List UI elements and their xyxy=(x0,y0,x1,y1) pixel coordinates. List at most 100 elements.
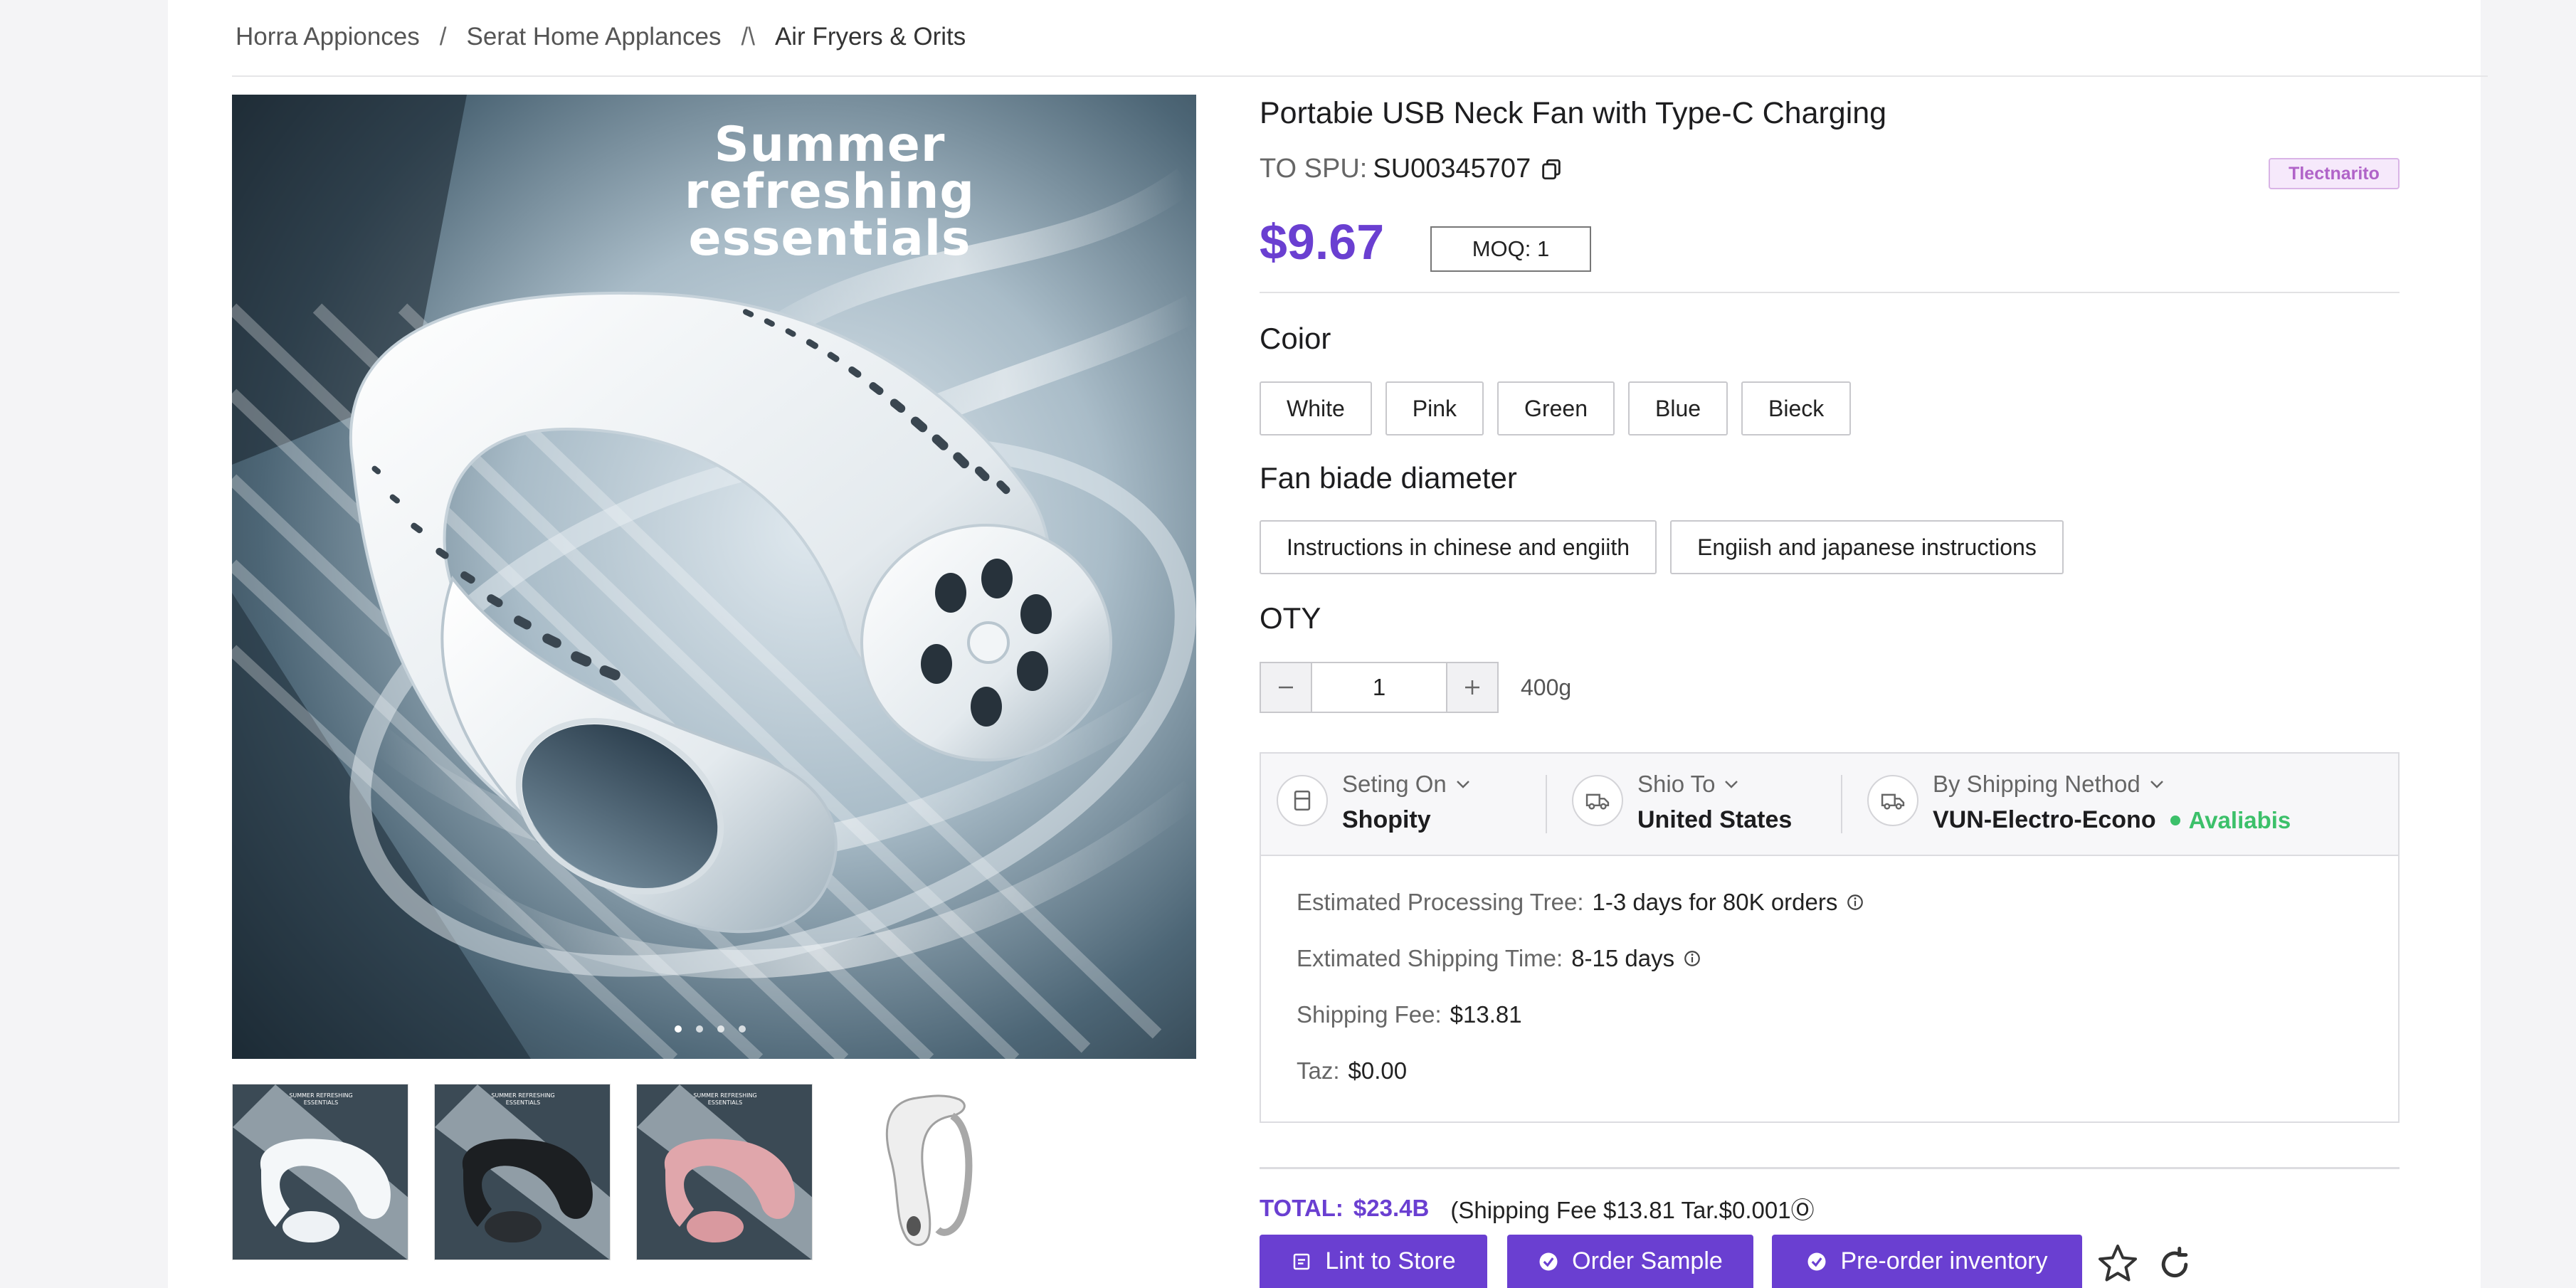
selling-on-value: Shopity xyxy=(1342,806,1431,833)
chevron-down-icon xyxy=(1456,781,1469,788)
selling-on-selector[interactable]: Seting On Shopity xyxy=(1277,771,1471,834)
breadcrumb-separator: / xyxy=(439,23,447,51)
list-to-store-label: Lint to Store xyxy=(1325,1247,1456,1274)
spu-line: TO SPU: SU00345707 xyxy=(1260,154,1563,184)
availability-status: Avaliabis xyxy=(2188,806,2291,833)
chevron-down-icon xyxy=(2150,781,2163,788)
tax-label: Taz: xyxy=(1297,1057,1340,1084)
quantity-input[interactable]: 1 xyxy=(1311,663,1447,712)
quantity-section-label: OTY xyxy=(1260,601,1321,635)
carousel-dot[interactable] xyxy=(717,1025,724,1033)
shipping-method-label: By Shipping Nethod xyxy=(1933,771,2140,797)
carousel-dots xyxy=(675,1025,746,1033)
thumbnail-black-image: SUMMER REFRESHING ESSENTIALS xyxy=(435,1084,610,1260)
ship-to-selector[interactable]: Shio To United States xyxy=(1572,771,1792,834)
thumbnail-pink[interactable]: SUMMER REFRESHING ESSENTIALS xyxy=(636,1084,813,1260)
shipping-time-value: 8-15 days xyxy=(1571,945,1675,971)
selling-on-label: Seting On xyxy=(1342,771,1447,797)
thumbnail-pink-image: SUMMER REFRESHING ESSENTIALS xyxy=(637,1084,812,1260)
carousel-dot[interactable] xyxy=(696,1025,703,1033)
spu-value: SU00345707 xyxy=(1373,154,1531,184)
order-sample-button[interactable]: Order Sample xyxy=(1507,1235,1753,1288)
tax-value: $0.00 xyxy=(1348,1057,1408,1084)
plus-icon xyxy=(1465,680,1479,695)
color-option-black[interactable]: Bieck xyxy=(1741,381,1852,436)
product-page: Horra Appionces / Serat Home Applances /… xyxy=(168,0,2488,1288)
breadcrumb: Horra Appionces / Serat Home Applances /… xyxy=(236,20,966,54)
thumbnail-caption: SUMMER REFRESHING xyxy=(289,1092,352,1099)
carousel-dot[interactable] xyxy=(675,1025,682,1033)
divider xyxy=(1260,292,2400,293)
hero-headline: Summer refreshing essentials xyxy=(566,117,1093,267)
color-option-pink[interactable]: Pink xyxy=(1385,381,1484,436)
breadcrumb-item-home-appliances[interactable]: Horra Appionces xyxy=(236,23,420,51)
ship-to-value: United States xyxy=(1637,806,1793,833)
breadcrumb-item-current[interactable]: Air Fryers & Orits xyxy=(775,23,966,51)
check-circle-icon xyxy=(1539,1252,1558,1270)
store-icon xyxy=(1277,775,1328,826)
quantity-stepper: 1 xyxy=(1260,662,1499,713)
total-detail: (Shipping Fee $13.81 Tar.$0.001Ⓞ xyxy=(1450,1197,1815,1223)
breadcrumb-divider xyxy=(232,75,2488,77)
pre-order-inventory-button[interactable]: Pre-order inventory xyxy=(1772,1235,2082,1288)
thumbnail-caption: SUMMER REFRESHING xyxy=(693,1092,756,1099)
thumbnail-side-view[interactable] xyxy=(838,1084,1015,1260)
color-option-green[interactable]: Green xyxy=(1497,381,1615,436)
minus-icon xyxy=(1279,686,1293,689)
shipping-time-label: Extimated Shipping Time: xyxy=(1297,945,1563,971)
fan-option-chinese-english[interactable]: Instructions in chinese and engiith xyxy=(1260,520,1657,574)
store-icon xyxy=(1294,1253,1310,1269)
decrement-button[interactable] xyxy=(1261,663,1311,712)
product-weight: 400g xyxy=(1521,675,1572,700)
shipping-panel: Seting On Shopity Shio To United States xyxy=(1260,752,2400,1123)
thumbnail-caption: ESSENTIALS xyxy=(506,1099,541,1106)
processing-time-label: Estimated Processing Tree: xyxy=(1297,889,1584,915)
breadcrumb-separator: /\ xyxy=(741,23,755,51)
chevron-down-icon xyxy=(1725,781,1738,788)
list-to-store-button[interactable]: Lint to Store xyxy=(1260,1235,1487,1288)
color-option-white[interactable]: White xyxy=(1260,381,1372,436)
check-circle-icon xyxy=(1807,1252,1826,1270)
hero-headline-line1: Summer refreshing xyxy=(684,117,976,220)
increment-button[interactable] xyxy=(1447,663,1497,712)
info-icon[interactable] xyxy=(1683,949,1701,968)
truck-icon xyxy=(1867,775,1918,826)
star-icon[interactable] xyxy=(2096,1242,2139,1285)
thumbnail-caption: SUMMER REFRESHING xyxy=(491,1092,554,1099)
copy-icon[interactable] xyxy=(1539,157,1563,181)
fan-diameter-section-label: Fan biade diameter xyxy=(1260,461,1517,495)
product-title: Portabie USB Neck Fan with Type-C Chargi… xyxy=(1260,96,1887,130)
product-price: $9.67 xyxy=(1260,214,1385,270)
shipping-method-selector[interactable]: By Shipping Nethod VUN-Electro-Econo Ava… xyxy=(1867,771,2291,834)
breadcrumb-item-smart-home[interactable]: Serat Home Applances xyxy=(467,23,722,51)
pre-order-inventory-label: Pre-order inventory xyxy=(1840,1247,2048,1274)
thumbnail-black[interactable]: SUMMER REFRESHING ESSENTIALS xyxy=(434,1084,611,1260)
fan-option-english-japanese[interactable]: Engiish and japanese instructions xyxy=(1670,520,2064,574)
shipping-fee-value: $13.81 xyxy=(1450,1001,1522,1028)
total-value: $23.4B xyxy=(1353,1195,1430,1221)
divider xyxy=(1546,775,1547,833)
total-line: TOTAL: $23.4B (Shipping Fee $13.81 Tar.$… xyxy=(1260,1191,1815,1225)
divider xyxy=(1841,775,1842,833)
thumbnail-caption: ESSENTIALS xyxy=(708,1099,743,1106)
refresh-icon[interactable] xyxy=(2155,1245,2194,1284)
thumbnail-white[interactable]: SUMMER REFRESHING ESSENTIALS xyxy=(232,1084,408,1260)
spu-label: TO SPU: xyxy=(1260,154,1368,184)
shipping-method-value: VUN-Electro-Econo xyxy=(1933,806,2156,833)
hero-headline-line2: essentials xyxy=(688,211,971,267)
color-option-blue[interactable]: Blue xyxy=(1627,381,1728,436)
shipping-fee-row: Shipping Fee: $13.81 xyxy=(1297,1001,1522,1028)
tax-row: Taz: $0.00 xyxy=(1297,1057,1407,1084)
info-icon[interactable] xyxy=(1846,893,1864,912)
thumbnail-caption: ESSENTIALS xyxy=(304,1099,339,1106)
main-product-image[interactable]: Summer refreshing essentials xyxy=(232,95,1196,1059)
fan-diameter-options: Instructions in chinese and engiith Engi… xyxy=(1260,520,2064,574)
thumbnail-side-view-image xyxy=(838,1084,1015,1260)
ship-to-label: Shio To xyxy=(1637,771,1716,797)
color-section-label: Coior xyxy=(1260,322,1331,355)
category-tag-badge: Tlectnarito xyxy=(2269,158,2400,189)
shipping-fee-label: Shipping Fee: xyxy=(1297,1001,1442,1028)
shipping-selectors: Seting On Shopity Shio To United States xyxy=(1261,754,2398,856)
divider xyxy=(1260,1167,2400,1169)
carousel-dot[interactable] xyxy=(739,1025,746,1033)
